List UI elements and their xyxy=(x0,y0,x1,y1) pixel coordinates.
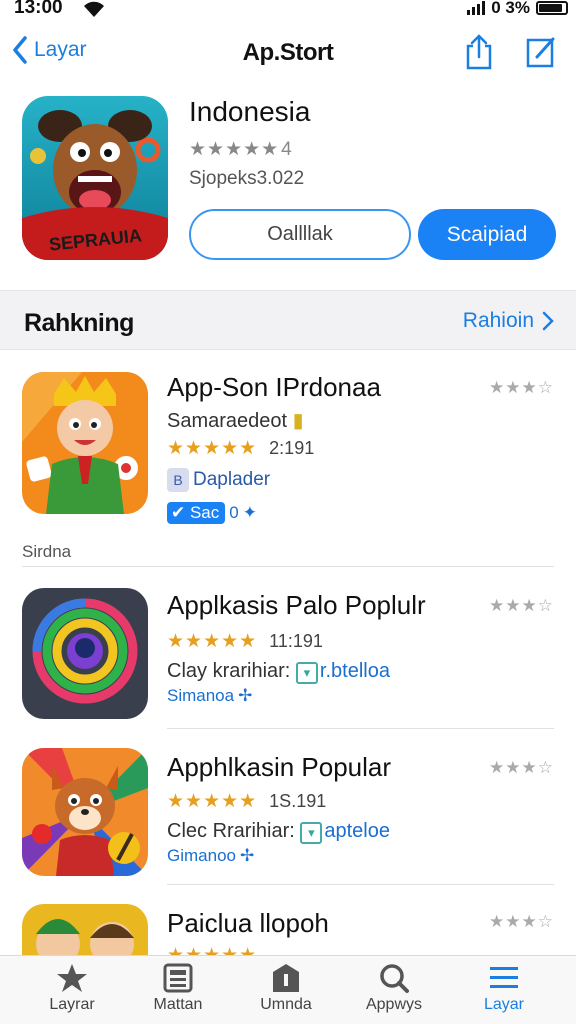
app-tag: ✔ Sac 0 ✦ xyxy=(167,502,257,524)
app-title: Apphlkasin Popular xyxy=(167,752,392,782)
signal-icon xyxy=(467,1,486,15)
list-item[interactable]: App-Son IPrdonaa ★★★☆ Samaraedeot ▮ ★★★★… xyxy=(0,372,576,568)
rating-stars-icon: ★★★★★ xyxy=(167,631,258,652)
developer-icon: B xyxy=(167,468,189,492)
star-icon xyxy=(57,964,87,992)
rating-stars-icon: ★★★★★ xyxy=(189,139,280,160)
hero-rating: ★★★★★ 4 xyxy=(189,138,293,161)
download-icon: ✢ xyxy=(238,686,253,705)
app-rating: ★★★★★ 11:191 xyxy=(167,631,323,652)
list-icon xyxy=(490,967,518,988)
tab-layar[interactable]: Layar xyxy=(454,962,554,1014)
list-item[interactable]: Applkasis Palo Poplulr ★★★☆ ★★★★★ 11:191… xyxy=(0,588,576,729)
tab-mattan[interactable]: Mattan xyxy=(128,962,228,1014)
app-title: App-Son IPrdonaa xyxy=(167,372,381,402)
app-icon xyxy=(22,372,148,514)
app-icon xyxy=(22,904,148,955)
app-tag: Gimanoo ✢ xyxy=(167,846,255,865)
hero-app-name: Indonesia xyxy=(189,96,311,127)
small-rating-icon: ★★★☆ xyxy=(489,596,554,615)
small-rating-icon: ★★★☆ xyxy=(489,758,554,777)
hero-subtitle: Sjopeks3.022 xyxy=(189,168,305,189)
hero-app-icon[interactable]: SEPRAUIA xyxy=(22,96,168,260)
app-title: Paiclua llopoh xyxy=(167,908,329,938)
app-developer: B Daplader xyxy=(167,468,270,492)
app-rating: ★★★★★ 1S.191 xyxy=(167,791,327,812)
tag-badge: ✔ Sac xyxy=(167,502,226,524)
layers-icon xyxy=(273,964,299,992)
status-time: 13:00 xyxy=(14,0,63,18)
status-bar: 13:00 0 3% xyxy=(0,0,576,22)
app-subtitle: Clec Rrarihiar: ▾ apteloe xyxy=(167,820,390,844)
checkbox-icon: ▾ xyxy=(295,662,318,684)
app-rating: ★★★★★ 2:191 xyxy=(167,438,315,459)
badge-icon: ▮ xyxy=(292,410,304,432)
divider xyxy=(22,566,554,567)
wifi-icon xyxy=(84,1,104,17)
app-icon xyxy=(22,748,148,876)
navigation-bar: Layar Ap.Stort xyxy=(0,30,576,76)
tab-layrar[interactable]: Layrar xyxy=(22,962,122,1014)
battery-percent: 0 3% xyxy=(491,0,530,17)
battery-icon xyxy=(536,1,568,15)
compose-icon[interactable] xyxy=(526,36,556,68)
tab-bar: Layrar Mattan Umnda Appwys Layar xyxy=(0,955,576,1024)
small-rating-icon: ★★★☆ xyxy=(489,912,554,931)
small-rating-icon: ★★★☆ xyxy=(489,378,554,397)
app-icon xyxy=(22,588,148,719)
app-title: Applkasis Palo Poplulr xyxy=(167,590,426,620)
newspaper-icon xyxy=(163,963,193,993)
secondary-action-button[interactable]: Oallllak xyxy=(189,209,411,260)
app-subtitle: Samaraedeot ▮ xyxy=(167,410,304,432)
rating-stars-icon: ★★★★★ xyxy=(167,944,257,955)
rating-stars-icon: ★★★★★ xyxy=(167,791,258,812)
share-icon[interactable] xyxy=(464,34,494,70)
checkbox-icon: ▾ xyxy=(300,822,323,844)
list-item[interactable]: Apphlkasin Popular ★★★☆ ★★★★★ 1S.191 Cle… xyxy=(0,748,576,885)
primary-action-button[interactable]: Scaipiad xyxy=(418,209,556,260)
chevron-right-icon xyxy=(542,311,554,331)
section-header: Rahkning Rahioin xyxy=(0,290,576,350)
app-rating: ★★★★★ xyxy=(167,944,257,955)
app-subtitle: Clay krarihiar: ▾ r.btelloa xyxy=(167,660,390,684)
tab-umnda[interactable]: Umnda xyxy=(236,962,336,1014)
rating-stars-icon: ★★★★★ xyxy=(167,438,258,459)
divider xyxy=(167,884,554,885)
tab-appwys[interactable]: Appwys xyxy=(344,962,444,1014)
divider xyxy=(167,728,554,729)
see-all-link[interactable]: Rahioin xyxy=(463,309,554,333)
category-label: Sirdna xyxy=(22,542,72,561)
download-icon: ✦ xyxy=(242,503,257,522)
section-title: Rahkning xyxy=(24,309,134,337)
download-icon: ✢ xyxy=(239,846,255,865)
app-tag: Simanoa ✢ xyxy=(167,686,253,705)
search-icon xyxy=(380,964,409,993)
list-item[interactable]: Paiclua llopoh ★★★☆ ★★★★★ xyxy=(0,904,576,955)
